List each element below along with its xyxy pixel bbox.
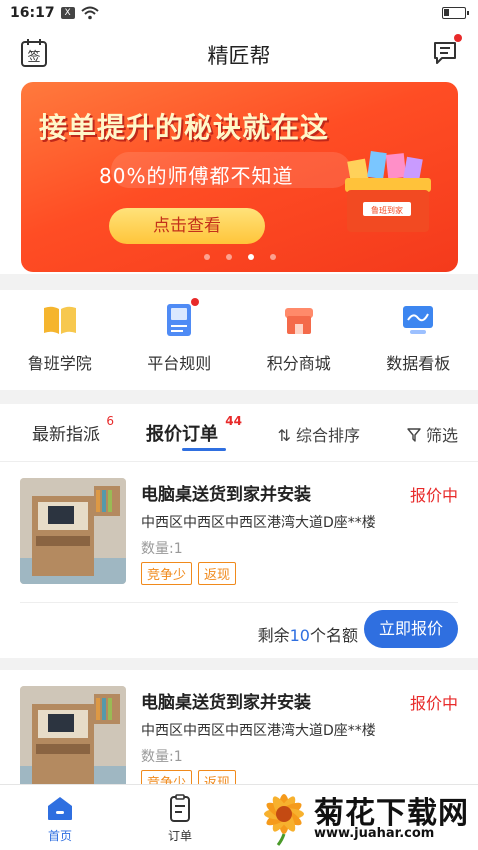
notification-x-icon: X <box>60 7 75 19</box>
remaining-prefix: 剩余 <box>257 626 290 645</box>
order-address: 中西区中西区中西区港湾大道D座**楼 <box>141 515 376 531</box>
order-icon <box>165 793 195 823</box>
quick-entries: 鲁班学院 平台规则 积分商城 数据看板 <box>0 290 478 390</box>
top-nav: 签 精匠帮 <box>0 26 478 82</box>
quick-label-academy: 鲁班学院 <box>27 354 92 373</box>
tab-latest[interactable]: 最新指派 6 <box>32 414 114 445</box>
quick-item-store[interactable]: 积分商城 <box>239 290 359 390</box>
order-list: 最新指派 6 报价订单 44 ⇅ 综合排序 筛选 电脑桌送货到家并安装 报价中 … <box>0 404 478 784</box>
banner-view-button[interactable]: 点击查看 <box>109 208 265 244</box>
order-title: 电脑桌送货到家并安装 <box>141 693 311 713</box>
banner-dot[interactable] <box>203 254 210 260</box>
filter-button[interactable]: 筛选 <box>407 422 458 446</box>
message-badge <box>454 34 462 42</box>
bottom-tabbar: 首页 订单 菊花下载网 www.juahar.com <box>0 784 478 850</box>
sort-label: 综合排序 <box>295 426 360 445</box>
battery-icon <box>442 7 469 19</box>
banner-pagination <box>21 245 458 264</box>
order-card[interactable]: 电脑桌送货到家并安装 报价中 中西区中西区中西区港湾大道D座**楼 数量:1 竞… <box>0 462 478 658</box>
order-status: 报价中 <box>409 486 458 505</box>
product-image <box>20 686 126 784</box>
page-title: 精匠帮 <box>207 44 271 68</box>
message-icon[interactable] <box>432 34 462 66</box>
gift-chest-icon: 鲁班到家 <box>345 151 431 232</box>
order-tags: 竞争少 返现 <box>141 770 237 784</box>
order-tabs: 最新指派 6 报价订单 44 ⇅ 综合排序 筛选 <box>0 404 478 462</box>
book-icon <box>42 302 78 338</box>
tag-less-competition: 竞争少 <box>141 770 193 784</box>
sort-icon: ⇅ <box>277 426 291 445</box>
quick-label-store: 积分商城 <box>266 354 331 373</box>
rules-badge <box>191 298 200 306</box>
tab-quote-label: 报价订单 <box>146 424 218 445</box>
quick-label-rules: 平台规则 <box>147 354 212 373</box>
order-card[interactable]: 电脑桌送货到家并安装 报价中 中西区中西区中西区港湾大道D座**楼 数量:1 竞… <box>0 658 478 784</box>
home-icon <box>45 793 75 823</box>
tab-active-indicator <box>182 448 226 451</box>
tab-quote-count: 44 <box>225 414 242 428</box>
remaining-slots: 剩余10个名额 <box>258 622 358 646</box>
banner-subtitle: 80%的师傅都不知道 <box>99 164 294 188</box>
wifi-icon <box>80 6 99 20</box>
tabbar-home[interactable]: 首页 <box>0 785 120 850</box>
banner-dot[interactable] <box>225 254 232 260</box>
tab-latest-label: 最新指派 <box>32 425 100 445</box>
dashboard-icon <box>400 302 436 338</box>
tabbar-orders[interactable]: 订单 <box>120 785 240 850</box>
tag-cashback: 返现 <box>198 562 237 585</box>
tab-quote[interactable]: 报价订单 44 <box>146 414 242 446</box>
tag-cashback: 返现 <box>198 770 237 784</box>
rules-icon <box>161 298 200 338</box>
status-bar: 16:17 X <box>0 0 478 26</box>
banner-section: 接单提升的秘诀就在这 80%的师傅都不知道 点击查看 鲁班到家 <box>0 82 478 274</box>
sort-button[interactable]: ⇅ 综合排序 <box>277 422 360 446</box>
banner-dot-active[interactable] <box>247 254 254 260</box>
order-quantity: 数量:1 <box>141 541 183 557</box>
order-title: 电脑桌送货到家并安装 <box>141 485 311 505</box>
filter-label: 筛选 <box>425 426 458 445</box>
watermark-url: www.juahar.com <box>314 826 435 841</box>
remaining-suffix: 个名额 <box>309 626 358 645</box>
promo-banner[interactable]: 接单提升的秘诀就在这 80%的师傅都不知道 点击查看 鲁班到家 <box>21 82 458 272</box>
quick-item-rules[interactable]: 平台规则 <box>120 290 240 390</box>
order-tags: 竞争少 返现 <box>141 562 237 585</box>
status-time: 16:17 <box>10 5 55 21</box>
banner-dot[interactable] <box>269 254 276 260</box>
site-watermark: 菊花下载网 www.juahar.com <box>258 788 472 848</box>
quick-item-dashboard[interactable]: 数据看板 <box>359 290 478 390</box>
tag-less-competition: 竞争少 <box>141 562 193 585</box>
remaining-count: 10 <box>289 626 310 645</box>
order-quantity: 数量:1 <box>141 749 183 765</box>
chrysanthemum-logo-icon <box>264 794 304 846</box>
chest-label: 鲁班到家 <box>371 205 403 215</box>
quick-item-academy[interactable]: 鲁班学院 <box>0 290 120 390</box>
quote-now-button[interactable]: 立即报价 <box>364 610 458 648</box>
order-address: 中西区中西区中西区港湾大道D座**楼 <box>141 723 376 739</box>
order-status: 报价中 <box>409 694 458 713</box>
tabbar-home-label: 首页 <box>47 829 72 843</box>
tabbar-orders-label: 订单 <box>167 829 192 843</box>
quick-label-dashboard: 数据看板 <box>386 354 451 373</box>
tab-latest-count: 6 <box>106 414 114 428</box>
filter-icon <box>407 428 421 442</box>
card-divider <box>20 602 458 603</box>
banner-title: 接单提升的秘诀就在这 <box>39 111 330 144</box>
product-image <box>20 478 126 584</box>
store-icon <box>281 302 317 338</box>
